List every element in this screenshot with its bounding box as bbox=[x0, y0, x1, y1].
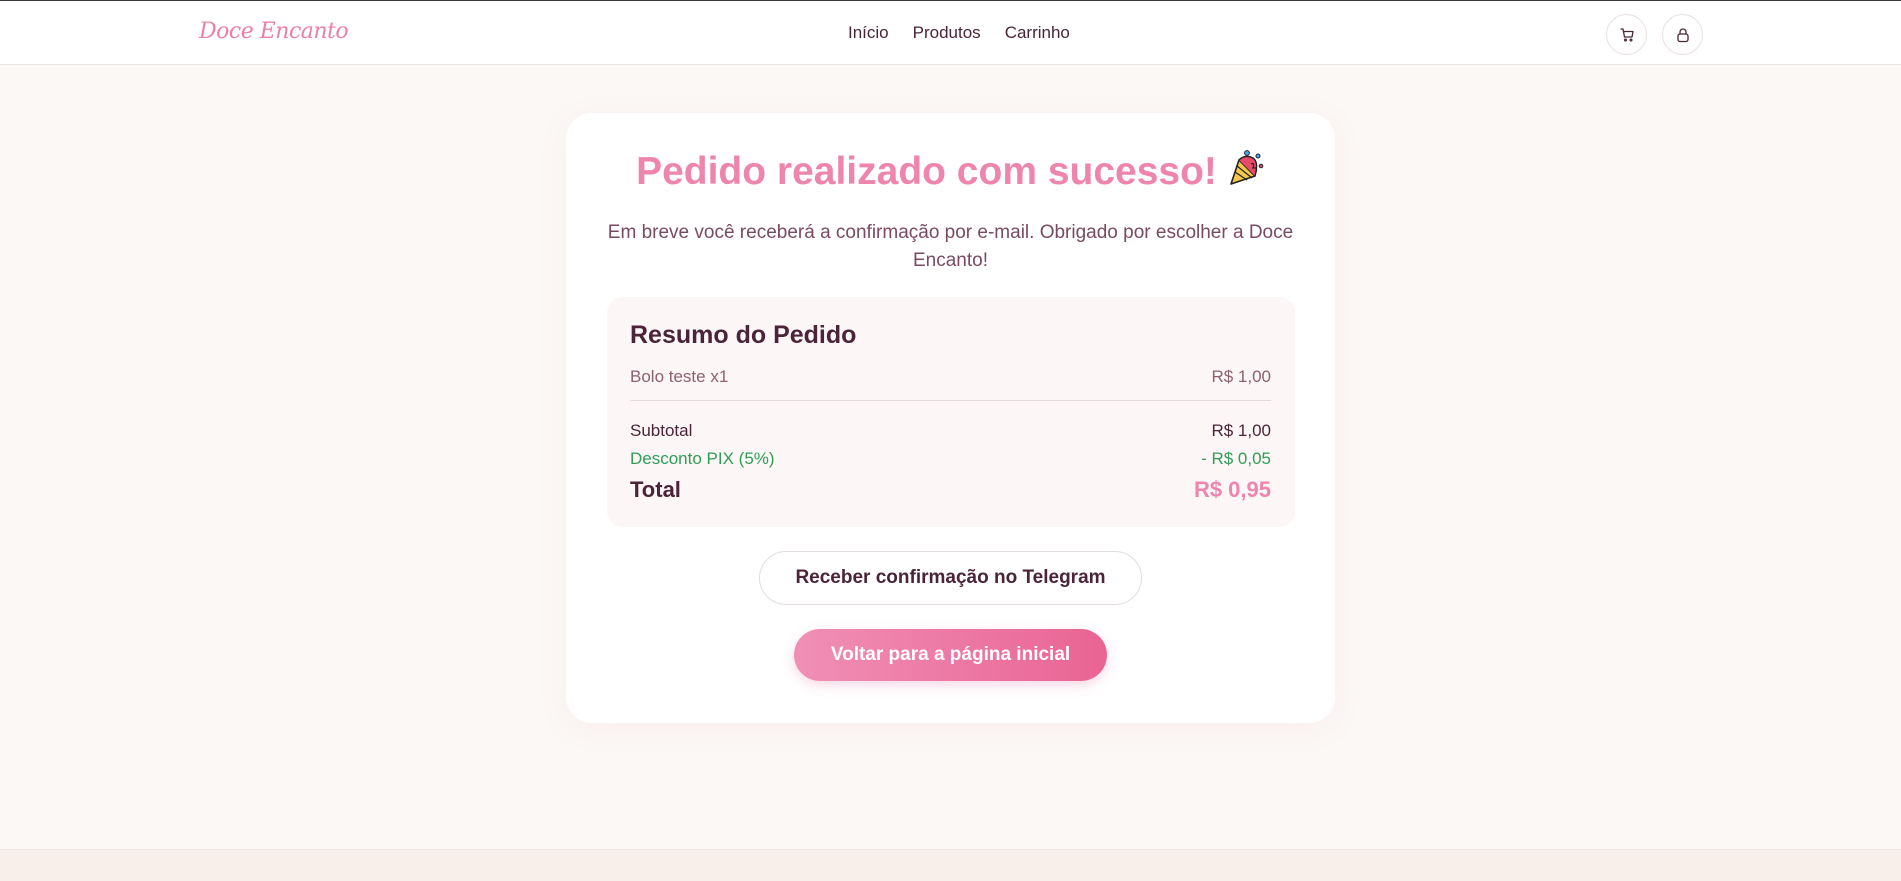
footer bbox=[0, 849, 1901, 881]
discount-row: Desconto PIX (5%) - R$ 0,05 bbox=[630, 449, 1271, 469]
party-popper-icon bbox=[1225, 148, 1265, 198]
nav-link-inicio[interactable]: Início bbox=[848, 23, 889, 43]
summary-title: Resumo do Pedido bbox=[630, 321, 857, 349]
nav-link-produtos[interactable]: Produtos bbox=[913, 23, 981, 43]
telegram-confirmation-button[interactable]: Receber confirmação no Telegram bbox=[759, 551, 1142, 605]
cart-icon bbox=[1619, 27, 1634, 42]
account-button[interactable] bbox=[1662, 14, 1703, 55]
cart-button[interactable] bbox=[1606, 14, 1647, 55]
main-nav: Início Produtos Carrinho bbox=[848, 23, 1070, 43]
subtotal-value: R$ 1,00 bbox=[1211, 421, 1271, 440]
total-row: Total R$ 0,95 bbox=[630, 477, 1271, 503]
brand-logo[interactable]: Doce Encanto bbox=[199, 19, 349, 44]
back-to-home-button[interactable]: Voltar para a página inicial bbox=[794, 629, 1107, 681]
discount-label: Desconto PIX (5%) bbox=[630, 449, 775, 468]
page-title: Pedido realizado com sucesso! bbox=[566, 148, 1335, 198]
item-name: Bolo teste x1 bbox=[630, 367, 729, 386]
summary-divider bbox=[630, 400, 1271, 401]
subtotal-label: Subtotal bbox=[630, 421, 693, 440]
top-navigation-bar: Doce Encanto Início Produtos Carrinho bbox=[0, 0, 1901, 65]
order-summary: Resumo do Pedido Bolo teste x1 R$ 1,00 S… bbox=[607, 297, 1295, 527]
discount-value: - R$ 0,05 bbox=[1201, 449, 1271, 468]
item-price: R$ 1,00 bbox=[1211, 367, 1271, 386]
confirmation-message: Em breve você receberá a confirmação por… bbox=[607, 222, 1294, 271]
user-icon bbox=[1676, 27, 1689, 42]
total-label: Total bbox=[630, 477, 681, 502]
nav-link-carrinho[interactable]: Carrinho bbox=[1005, 23, 1070, 43]
summary-item-row: Bolo teste x1 R$ 1,00 bbox=[630, 367, 1271, 387]
title-text: Pedido realizado com sucesso! bbox=[636, 150, 1217, 193]
order-confirmation-card: Pedido realizado com sucesso! Em breve v… bbox=[566, 113, 1335, 723]
total-value: R$ 0,95 bbox=[1193, 477, 1271, 502]
subtotal-row: Subtotal R$ 1,00 bbox=[630, 421, 1271, 441]
